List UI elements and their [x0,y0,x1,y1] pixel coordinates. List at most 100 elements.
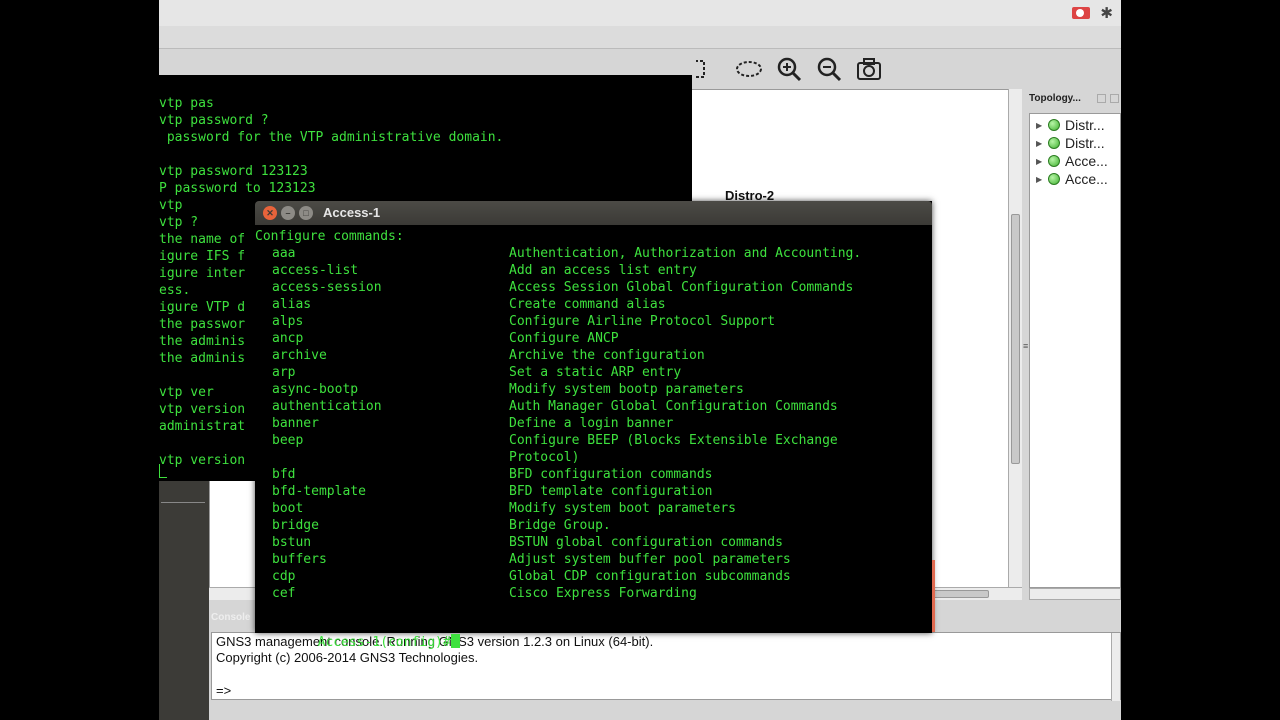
command-description: Set a static ARP entry [509,365,682,380]
command-description: Authentication, Authorization and Accoun… [509,246,862,261]
command-name: buffers [272,552,327,567]
topology-item[interactable]: ▶ Distr... [1030,134,1120,152]
background-terminal-line: the passwor [159,317,246,332]
command-description: Modify system bootp parameters [509,382,744,397]
command-row: authentication Auth Manager Global Config… [255,398,932,415]
command-row: bfd-template BFD template configuration [255,483,932,500]
status-indicator-icon [1048,119,1060,131]
background-terminal-line: the name of [159,232,246,247]
zoom-in-icon [777,57,802,82]
command-description: Modify system boot parameters [509,501,736,516]
topology-list: ▶ Distr... ▶ Distr... ▶ Acce... ▶ Acce... [1029,113,1121,588]
minimize-window-button[interactable]: – [281,206,295,220]
screenshot-icon [857,58,881,80]
command-description: Add an access list entry [509,263,697,278]
command-name: arp [272,365,296,380]
background-terminal-line: the adminis [159,334,246,349]
maximize-window-button[interactable]: □ [299,206,313,220]
terminal-header: Configure commands: [255,229,404,244]
command-row: cdp Global CDP configuration subcommands [255,568,932,585]
background-terminal-line: ess. [159,283,191,298]
command-description: Access Session Global Configuration Comm… [509,280,854,295]
close-icon[interactable] [1110,94,1119,103]
command-description: Configure Airline Protocol Support [509,314,776,329]
background-terminal-line: vtp password ? [159,113,269,128]
command-name: bridge [272,518,319,533]
terminal-prompt: Access-1(config)# [317,635,451,650]
topology-horizontal-scrollbar[interactable] [1029,588,1121,600]
command-description: BSTUN global configuration commands [509,535,783,550]
command-description: Adjust system buffer pool parameters [509,552,791,567]
left-dock [159,462,209,720]
screenshot-button[interactable] [854,54,884,84]
command-name: banner [272,416,319,431]
command-description: Create command alias [509,297,666,312]
background-terminal-line: igure inter [159,266,246,281]
background-terminal-line: vtp [159,198,183,213]
command-name: cef [272,586,296,601]
close-window-button[interactable]: ✕ [263,206,277,220]
topology-item-label: Acce... [1065,153,1108,169]
command-description: Cisco Express Forwarding [509,586,697,601]
command-name: bstun [272,535,312,550]
console-scrollbar[interactable] [1111,633,1120,701]
background-terminal-line: the adminis [159,351,246,366]
terminal-prompt-line[interactable]: Access-1(config)# [255,617,932,650]
command-description: Global CDP configuration subcommands [509,569,791,584]
expand-arrow-icon[interactable]: ▶ [1036,121,1048,130]
topology-item-label: Distr... [1065,135,1105,151]
access-1-terminal-output[interactable]: Configure commands: Access-1(config)# aa… [255,225,932,650]
gns3-titlebar [159,26,1121,49]
float-icon[interactable] [1097,94,1106,103]
command-description: Define a login banner [509,416,674,431]
command-description: Configure ANCP [509,331,619,346]
topology-item[interactable]: ▶ Distr... [1030,116,1120,134]
topology-item[interactable]: ▶ Acce... [1030,170,1120,188]
bluetooth-icon[interactable]: ✱ [1100,4,1113,22]
access-1-titlebar[interactable]: ✕ – □ Access-1 [255,201,932,225]
expand-arrow-icon[interactable]: ▶ [1036,139,1048,148]
command-row: alps Configure Airline Protocol Support [255,313,932,330]
status-indicator-icon [1048,137,1060,149]
command-name: cdp [272,569,296,584]
command-description: BFD configuration commands [509,467,713,482]
record-icon[interactable] [1072,7,1091,19]
command-row: beep Configure BEEP (Blocks Extensible Ex… [255,432,932,449]
window-title: Access-1 [323,205,381,220]
command-row: banner Define a login banner [255,415,932,432]
command-name: beep [272,433,304,448]
console-prompt[interactable]: => [216,683,231,698]
command-description: Configure BEEP (Blocks Extensible Exchan… [509,433,838,448]
expand-arrow-icon[interactable]: ▶ [1036,175,1048,184]
zoom-out-button[interactable] [814,54,844,84]
command-name: boot [272,501,304,516]
command-description: Auth Manager Global Configuration Comman… [509,399,838,414]
background-terminal-line: vtp version [159,402,246,417]
command-row: cef Cisco Express Forwarding [255,585,932,602]
topology-panel-title: Topology... [1029,93,1081,104]
desktop: ✱ Distro-2 ≡ Topology... ▶ Distr... ▶ Di… [159,0,1121,720]
command-name: access-session [272,280,382,295]
topology-item[interactable]: ▶ Acce... [1030,152,1120,170]
command-name: bfd [272,467,296,482]
status-indicator-icon [1048,155,1060,167]
command-description: BFD template configuration [509,484,713,499]
background-terminal-line: vtp ver [159,385,214,400]
command-row: bstun BSTUN global configuration commands [255,534,932,551]
rectangle-tool-button[interactable] [694,54,724,84]
background-terminal-line: igure VTP d [159,300,246,315]
background-terminal-line: vtp password 123123 [159,164,308,179]
system-top-bar: ✱ [159,0,1121,26]
command-row: bridge Bridge Group. [255,517,932,534]
access-1-terminal-window[interactable]: ✕ – □ Access-1 Configure commands: Acces… [255,201,932,650]
background-terminal-line: vtp version [159,453,246,468]
expand-arrow-icon[interactable]: ▶ [1036,157,1048,166]
rectangle-icon [696,60,705,78]
zoom-in-button[interactable] [774,54,804,84]
terminal-cursor [450,634,460,648]
command-row: access-list Add an access list entry [255,262,932,279]
canvas-vertical-scrollbar[interactable] [1008,89,1022,589]
command-row: arp Set a static ARP entry [255,364,932,381]
background-terminal-line: vtp ? [159,215,199,230]
ellipse-tool-button[interactable] [734,54,764,84]
